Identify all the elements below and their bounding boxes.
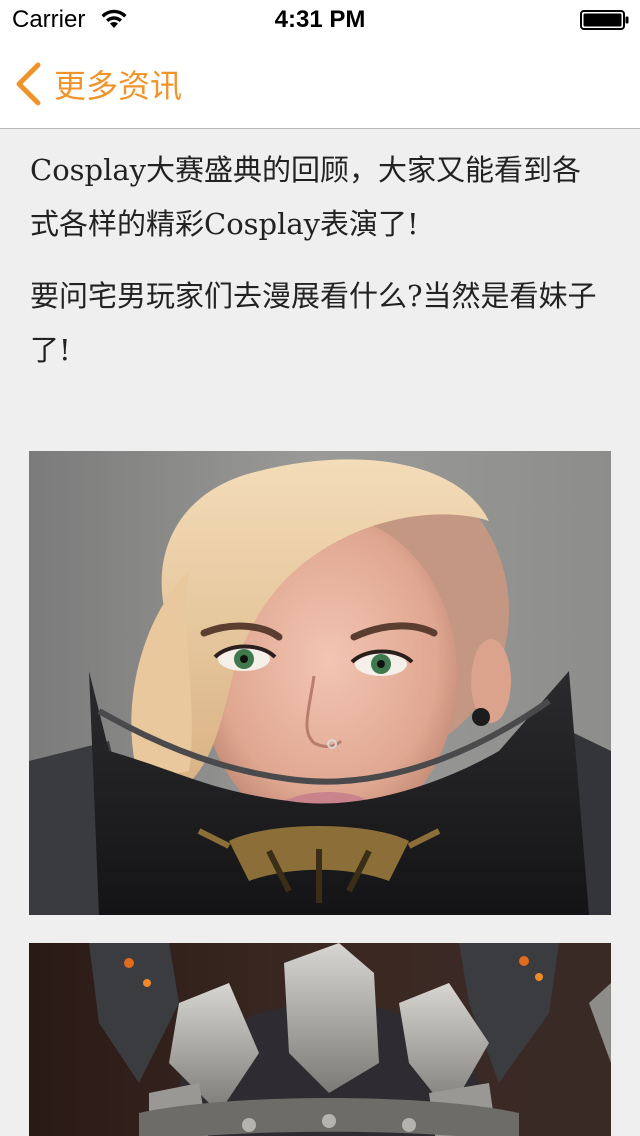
clock: 4:31 PM xyxy=(274,6,366,33)
back-button-label: 更多资讯 xyxy=(54,67,183,105)
article-paragraph: 要问宅男玩家们去漫展看什么?当然是看妹子了! xyxy=(30,279,597,367)
cosplay-photo-portrait[interactable] xyxy=(29,451,611,915)
article-paragraph: Cosplay大赛盛典的回顾，大家又能看到各式各样的精彩Cosplay表演了! xyxy=(30,153,582,241)
back-button[interactable]: 更多资讯 xyxy=(14,60,182,108)
article-partial-line: 满与大族家欢的是2015我当猫华年玩家 xyxy=(30,129,610,143)
battery-icon xyxy=(580,10,629,30)
status-bar: Carrier 4:31 PM xyxy=(0,0,640,40)
article-content[interactable]: 满与大族家欢的是2015我当猫华年玩家 Cosplay大赛盛典的回顾，大家又能看… xyxy=(0,129,640,1136)
cosplay-photo-armor[interactable] xyxy=(29,943,611,1136)
screen: Carrier 4:31 PM 更多资讯 满与大族家欢的是2015我当猫华年玩家… xyxy=(0,0,640,1136)
navigation-bar: 更多资讯 xyxy=(0,40,640,129)
chevron-left-icon xyxy=(16,62,41,106)
